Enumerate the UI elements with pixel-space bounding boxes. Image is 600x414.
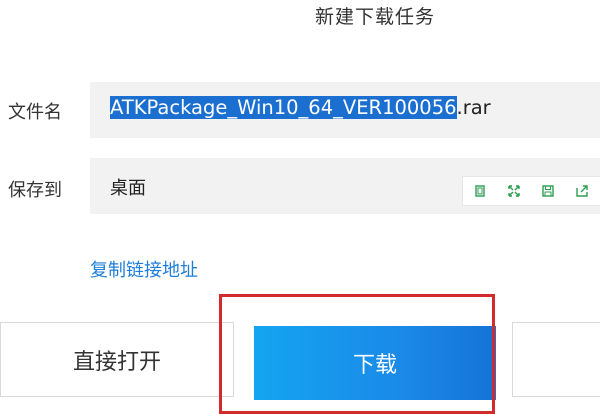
copy-link-address[interactable]: 复制链接地址 bbox=[90, 256, 198, 282]
save-location-button[interactable] bbox=[531, 177, 565, 205]
path-toolbar bbox=[462, 176, 600, 206]
more-options-button[interactable] bbox=[512, 322, 600, 397]
filename-input[interactable]: ATKPackage_Win10_64_VER100056.rar bbox=[90, 82, 600, 138]
save-to-label: 保存到 bbox=[8, 180, 62, 201]
filename-value[interactable]: ATKPackage_Win10_64_VER100056.rar bbox=[110, 96, 491, 119]
open-directly-button[interactable]: 直接打开 bbox=[0, 322, 234, 397]
open-folder-icon bbox=[576, 185, 588, 197]
expand-button[interactable] bbox=[497, 177, 531, 205]
dialog-title: 新建下载任务 bbox=[314, 6, 435, 28]
open-folder-button[interactable] bbox=[565, 177, 599, 205]
save-path-value: 桌面 bbox=[110, 178, 146, 199]
filename-extension: .rar bbox=[456, 96, 491, 119]
save-icon bbox=[542, 185, 554, 197]
expand-icon bbox=[508, 185, 520, 197]
download-button[interactable]: 下载 bbox=[254, 326, 496, 400]
copy-icon bbox=[475, 185, 485, 197]
action-bar: 直接打开 下载 bbox=[0, 322, 600, 400]
filename-selected-text: ATKPackage_Win10_64_VER100056 bbox=[110, 96, 457, 119]
filename-label: 文件名 bbox=[8, 102, 62, 123]
copy-path-button[interactable] bbox=[463, 177, 497, 205]
